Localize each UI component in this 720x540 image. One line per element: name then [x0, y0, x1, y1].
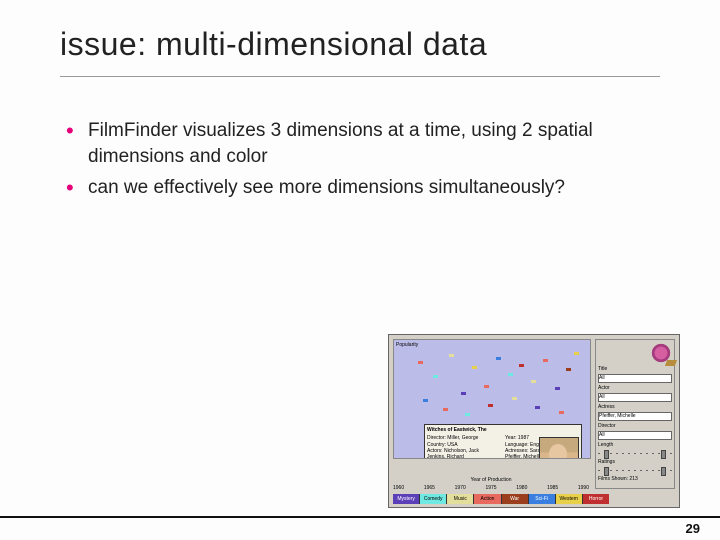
- legend-item[interactable]: War: [502, 494, 529, 504]
- x-axis-ticks: 1960 1965 1970 1975 1980 1985 1990: [393, 485, 589, 491]
- y-axis-label: Popularity: [396, 342, 418, 348]
- label: Title: [598, 366, 672, 372]
- slide-title: issue: multi-dimensional data: [60, 26, 487, 63]
- data-point: [555, 387, 560, 390]
- actress-field[interactable]: Pfeiffer, Michelle: [598, 412, 672, 421]
- data-point: [543, 359, 548, 362]
- actress-photo: [539, 437, 579, 459]
- label: Language:: [505, 442, 529, 448]
- label: Length: [598, 442, 672, 448]
- film-reel-icon: [650, 342, 672, 364]
- data-point: [535, 406, 540, 409]
- tick: 1990: [578, 485, 589, 491]
- legend-item[interactable]: Music: [447, 494, 474, 504]
- data-point: [508, 373, 513, 376]
- filmfinder-screenshot: Popularity Witches of Eastwick: [388, 334, 680, 508]
- legend-item[interactable]: Western: [556, 494, 583, 504]
- tick: 1985: [547, 485, 558, 491]
- tick: 1975: [485, 485, 496, 491]
- value: USA: [447, 442, 457, 448]
- ratings-slider[interactable]: [598, 468, 672, 473]
- actor-field[interactable]: All: [598, 393, 672, 402]
- legend-item[interactable]: Horror: [583, 494, 609, 504]
- data-point: [488, 404, 493, 407]
- page-number: 29: [686, 521, 700, 536]
- label: Director: [598, 423, 672, 429]
- title-underline: [60, 76, 660, 77]
- filter-panel: Title All Actor All Actress Pfeiffer, Mi…: [595, 339, 675, 489]
- tick: 1980: [516, 485, 527, 491]
- data-point: [496, 357, 501, 360]
- data-point: [484, 385, 489, 388]
- data-point: [461, 392, 466, 395]
- film-info-card: Witches of Eastwick, The Director: Mille…: [424, 424, 582, 459]
- data-point: [423, 399, 428, 402]
- data-point: [418, 361, 423, 364]
- value: 1987: [518, 435, 529, 441]
- tick: 1970: [455, 485, 466, 491]
- x-axis-label: Year of Production: [393, 477, 589, 483]
- tick: 1960: [393, 485, 404, 491]
- legend-item[interactable]: Action: [474, 494, 501, 504]
- data-point: [566, 368, 571, 371]
- genre-legend: Mystery Comedy Music Action War Sci-Fi W…: [393, 494, 609, 504]
- tick: 1965: [424, 485, 435, 491]
- legend-item[interactable]: Sci-Fi: [529, 494, 556, 504]
- bullet-item: can we effectively see more dimensions s…: [60, 175, 660, 201]
- slide: issue: multi-dimensional data FilmFinder…: [0, 0, 720, 540]
- legend-item[interactable]: Mystery: [393, 494, 420, 504]
- label: Actors:: [427, 448, 443, 454]
- data-point: [512, 397, 517, 400]
- value: Nicholson, Jack: [444, 448, 479, 454]
- data-point: [531, 380, 536, 383]
- label: Ratings: [598, 459, 672, 465]
- value: Miller, George: [447, 435, 478, 441]
- value: Jenkins, Richard: [427, 454, 501, 459]
- label: Director:: [427, 435, 446, 441]
- label: Country:: [427, 442, 446, 448]
- label: Actor: [598, 385, 672, 391]
- data-point: [449, 354, 454, 357]
- length-slider[interactable]: [598, 451, 672, 456]
- films-shown-count: 213: [629, 476, 637, 482]
- bullet-list: FilmFinder visualizes 3 dimensions at a …: [60, 118, 660, 207]
- data-point: [433, 375, 438, 378]
- data-point: [472, 366, 477, 369]
- label: Actresses:: [505, 448, 528, 454]
- label: Films Shown:: [598, 476, 628, 482]
- data-point: [519, 364, 524, 367]
- title-field[interactable]: All: [598, 374, 672, 383]
- legend-item[interactable]: Comedy: [420, 494, 447, 504]
- footer-rule: [0, 516, 720, 518]
- bullet-item: FilmFinder visualizes 3 dimensions at a …: [60, 118, 660, 169]
- film-title: Witches of Eastwick, The: [427, 427, 579, 433]
- director-field[interactable]: All: [598, 431, 672, 440]
- label: Year:: [505, 435, 517, 441]
- data-point: [443, 408, 448, 411]
- data-point: [559, 411, 564, 414]
- data-point: [574, 352, 579, 355]
- label: Actress: [598, 404, 672, 410]
- data-point: [465, 413, 470, 416]
- filmfinder-scatterplot: Popularity Witches of Eastwick: [393, 339, 591, 459]
